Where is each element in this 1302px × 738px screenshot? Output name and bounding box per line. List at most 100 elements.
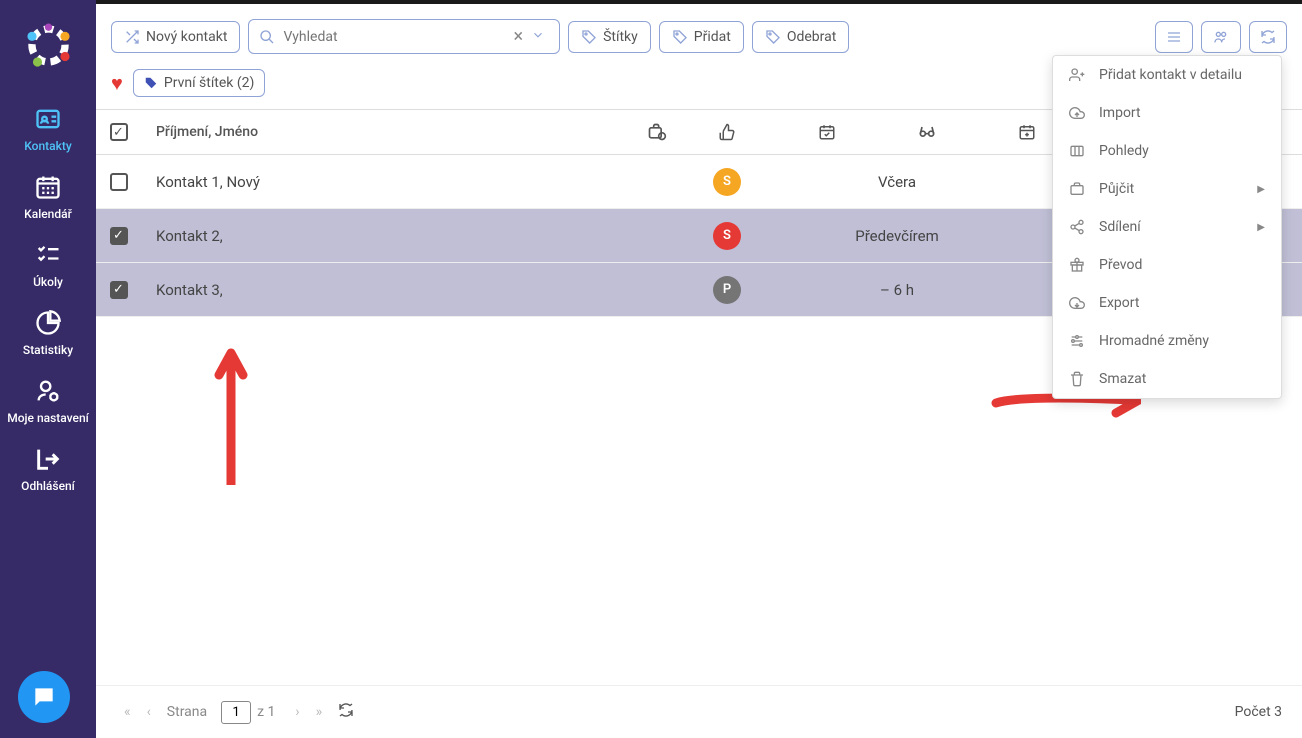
add-tag-button[interactable]: Přidat	[659, 21, 744, 53]
menu-item-label: Pohledy	[1099, 143, 1149, 159]
nav-tasks[interactable]: Úkoly	[0, 231, 96, 299]
header-name[interactable]: Příjmení, Jméno	[141, 110, 622, 154]
menu-item-import[interactable]: Import	[1053, 94, 1281, 132]
remove-tag-button[interactable]: Odebrat	[752, 21, 849, 53]
user-gear-icon	[34, 377, 62, 405]
trash-icon	[1069, 371, 1085, 387]
menu-item-label: Smazat	[1099, 371, 1146, 387]
menu-item-převod[interactable]: Převod	[1053, 246, 1281, 284]
briefcase-clock-icon	[647, 122, 667, 142]
tasks-icon	[34, 241, 62, 269]
header-checkbox-cell	[96, 110, 141, 154]
row-glasses	[962, 172, 1032, 192]
nav-label: Odhlášení	[21, 479, 75, 493]
nav-label: Moje nastavení	[7, 411, 89, 425]
briefcase-icon	[1069, 181, 1085, 197]
calendar-plus-icon	[1018, 123, 1036, 141]
chevron-right-icon: ▶	[1257, 184, 1265, 195]
menu-icon	[1166, 29, 1182, 45]
menu-button[interactable]	[1155, 21, 1193, 53]
nav-label: Kalendář	[24, 207, 72, 221]
heart-icon[interactable]: ♥	[111, 71, 123, 96]
tags-button[interactable]: Štítky	[568, 21, 651, 53]
sidebar: Kontakty Kalendář Úkoly Statistiky Moje …	[0, 0, 96, 738]
page-prev[interactable]: ‹	[139, 700, 159, 724]
menu-item-hromadné-změny[interactable]: Hromadné změny	[1053, 322, 1281, 360]
nav-contacts[interactable]: Kontakty	[0, 95, 96, 163]
header-date[interactable]	[762, 110, 892, 154]
page-first[interactable]: «	[116, 700, 139, 724]
search-box[interactable]: ×	[248, 19, 560, 54]
actions-dropdown: Přidat kontakt v detailu Import Pohledy …	[1052, 55, 1282, 399]
menu-item-label: Import	[1099, 105, 1141, 121]
menu-item-smazat[interactable]: Smazat	[1053, 360, 1281, 398]
menu-item-label: Sdílení	[1099, 219, 1141, 235]
main-content: Nový kontakt × Štítky Přidat Odebrat	[96, 0, 1302, 738]
nav-logout[interactable]: Odhlášení	[0, 435, 96, 503]
search-input[interactable]	[283, 29, 509, 45]
menu-item-label: Export	[1099, 295, 1139, 311]
row-thumb	[762, 226, 832, 246]
calendar-icon	[34, 173, 62, 201]
page-last[interactable]: »	[308, 700, 331, 724]
sliders-icon	[1069, 333, 1085, 349]
row-date: Předevčírem	[832, 217, 962, 255]
users-button[interactable]	[1201, 21, 1241, 53]
share-icon	[1069, 219, 1085, 235]
row-checkbox-cell	[96, 271, 141, 309]
search-dropdown-icon[interactable]	[527, 27, 549, 46]
button-label: Štítky	[603, 29, 638, 45]
glasses-icon	[917, 122, 937, 142]
page-input[interactable]	[221, 701, 251, 724]
row-badge-cell: S	[692, 212, 762, 260]
row-checkbox[interactable]	[110, 227, 128, 245]
nav-my-settings[interactable]: Moje nastavení	[0, 367, 96, 435]
header-status[interactable]	[622, 110, 692, 154]
row-badge-cell: S	[692, 158, 762, 206]
contacts-icon	[34, 105, 62, 133]
tag-icon	[581, 29, 597, 45]
menu-item-label: Hromadné změny	[1099, 333, 1209, 349]
row-name: Kontakt 2,	[141, 217, 692, 255]
row-date: – 6 h	[832, 271, 962, 309]
row-checkbox[interactable]	[110, 281, 128, 299]
cloud-down-icon	[1069, 295, 1085, 311]
tag-icon	[144, 76, 158, 90]
refresh-button[interactable]	[1249, 21, 1287, 53]
row-checkbox-cell	[96, 163, 141, 201]
menu-item-export[interactable]: Export	[1053, 284, 1281, 322]
header-glasses[interactable]	[892, 110, 962, 154]
page-label: Strana	[167, 704, 207, 720]
nav-calendar[interactable]: Kalendář	[0, 163, 96, 231]
status-badge: S	[713, 168, 741, 196]
row-checkbox-cell	[96, 217, 141, 255]
menu-item-label: Přidat kontakt v detailu	[1099, 67, 1242, 83]
chevron-right-icon: ▶	[1257, 222, 1265, 233]
app-logo	[18, 15, 78, 75]
row-name: Kontakt 1, Nový	[141, 163, 692, 201]
nav-label: Statistiky	[23, 343, 73, 357]
page-next[interactable]: ›	[287, 700, 307, 724]
menu-item-pohledy[interactable]: Pohledy	[1053, 132, 1281, 170]
page-of: z 1	[257, 704, 275, 720]
menu-item-sdílení[interactable]: Sdílení ▶	[1053, 208, 1281, 246]
new-contact-button[interactable]: Nový kontakt	[111, 21, 240, 53]
chat-icon	[31, 684, 57, 710]
tag-chip[interactable]: První štítek (2)	[133, 69, 266, 97]
nav-statistics[interactable]: Statistiky	[0, 299, 96, 367]
button-label: Nový kontakt	[146, 29, 227, 45]
search-clear-icon[interactable]: ×	[510, 26, 528, 47]
search-icon	[259, 29, 275, 45]
menu-item-label: Půjčit	[1099, 181, 1134, 197]
select-all-checkbox[interactable]	[110, 123, 128, 141]
row-checkbox[interactable]	[110, 173, 128, 191]
menu-item-půjčit[interactable]: Půjčit ▶	[1053, 170, 1281, 208]
header-thumb[interactable]	[692, 110, 762, 154]
menu-item-přidat-kontakt-v-detailu[interactable]: Přidat kontakt v detailu	[1053, 56, 1281, 94]
page-refresh[interactable]	[330, 698, 362, 726]
tag-label: První štítek (2)	[164, 75, 255, 91]
chat-widget[interactable]	[18, 671, 70, 723]
calendar-check-icon	[818, 123, 836, 141]
tag-icon	[672, 29, 688, 45]
refresh-icon	[1260, 29, 1276, 45]
